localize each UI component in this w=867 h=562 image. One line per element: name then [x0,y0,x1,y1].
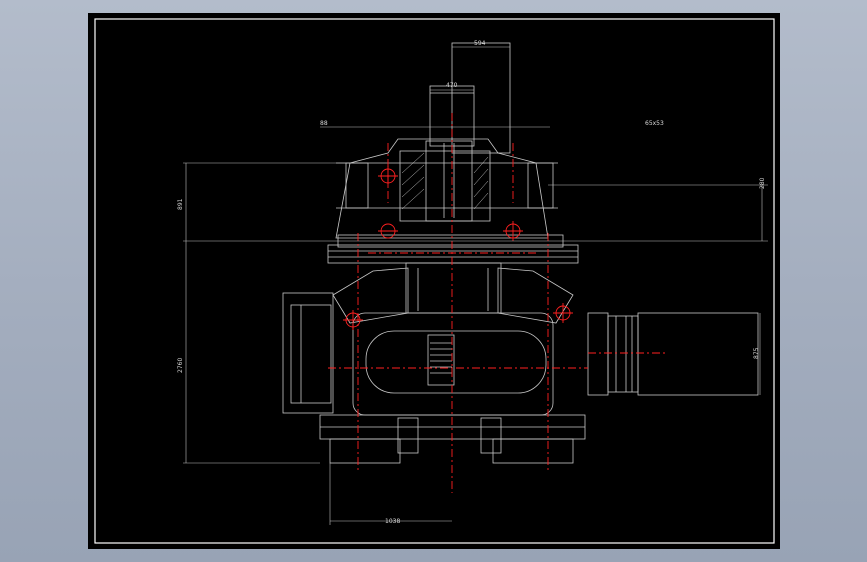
drawing-viewport[interactable]: 594 470 88 65x53 891 280 2760 875 1038 [88,13,780,549]
dim-left-height-upper: 891 [177,198,184,210]
dim-left-height-total: 2760 [177,358,184,373]
section-hatching [401,152,489,210]
dim-right-height-upper: 280 [759,177,766,189]
bolt-markers [343,166,573,330]
dim-bottom-width: 1038 [385,518,400,525]
machine-linework [282,42,759,464]
drawing-border [94,18,775,544]
dim-left-offset: 88 [320,120,328,127]
dim-right-offset: 65x53 [645,120,664,127]
dim-top-width: 594 [474,40,486,47]
dimension-lines [183,46,768,525]
dim-right-height-drum: 875 [753,347,760,359]
cad-drawing: 594 470 88 65x53 891 280 2760 875 1038 [94,18,775,544]
dim-shaft-width: 470 [446,82,458,89]
